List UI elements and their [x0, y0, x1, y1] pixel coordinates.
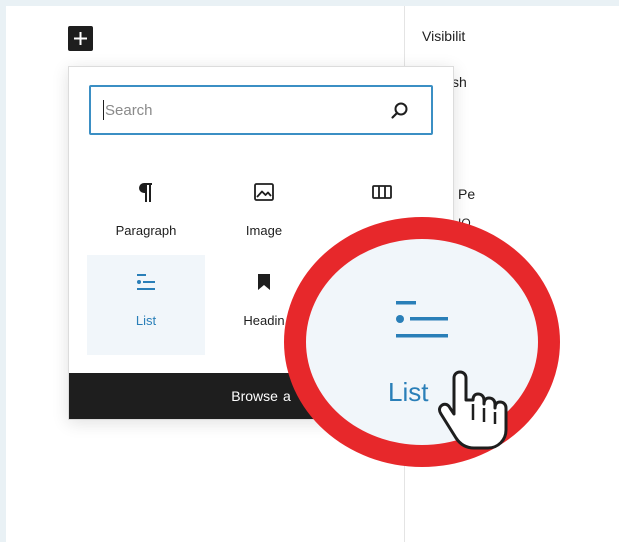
- editor-frame: Visibilit sh Pe IO Paragraph: [6, 6, 619, 542]
- block-label-paragraph: Paragraph: [115, 223, 177, 238]
- list-icon: [87, 269, 205, 295]
- text-caret: [103, 100, 104, 120]
- sidebar-visibility-label[interactable]: Visibilit: [422, 28, 465, 44]
- image-icon: [205, 179, 323, 205]
- zoom-list-label: List: [388, 377, 429, 407]
- block-search-input[interactable]: [105, 99, 375, 121]
- browse-all-suffix: a: [282, 388, 291, 404]
- list-icon: [396, 301, 448, 338]
- block-label-image: Image: [245, 223, 283, 238]
- hand-pointer-icon: [438, 370, 508, 450]
- sidebar-publish-label[interactable]: sh: [452, 74, 467, 90]
- browse-all-label: Browse: [231, 388, 278, 404]
- block-search-box[interactable]: [89, 85, 433, 135]
- block-inserter-toggle-button[interactable]: [68, 26, 93, 51]
- zoom-callout: List: [284, 217, 560, 467]
- columns-icon: [323, 179, 441, 205]
- block-item-paragraph[interactable]: Paragraph: [87, 165, 205, 265]
- search-icon[interactable]: [389, 100, 411, 122]
- block-item-image[interactable]: Image: [205, 165, 323, 265]
- plus-icon: [74, 32, 87, 45]
- paragraph-icon: [87, 179, 205, 205]
- block-label-list: List: [135, 313, 157, 328]
- block-item-list[interactable]: List: [87, 255, 205, 355]
- sidebar-post-format-label[interactable]: Pe: [458, 186, 475, 202]
